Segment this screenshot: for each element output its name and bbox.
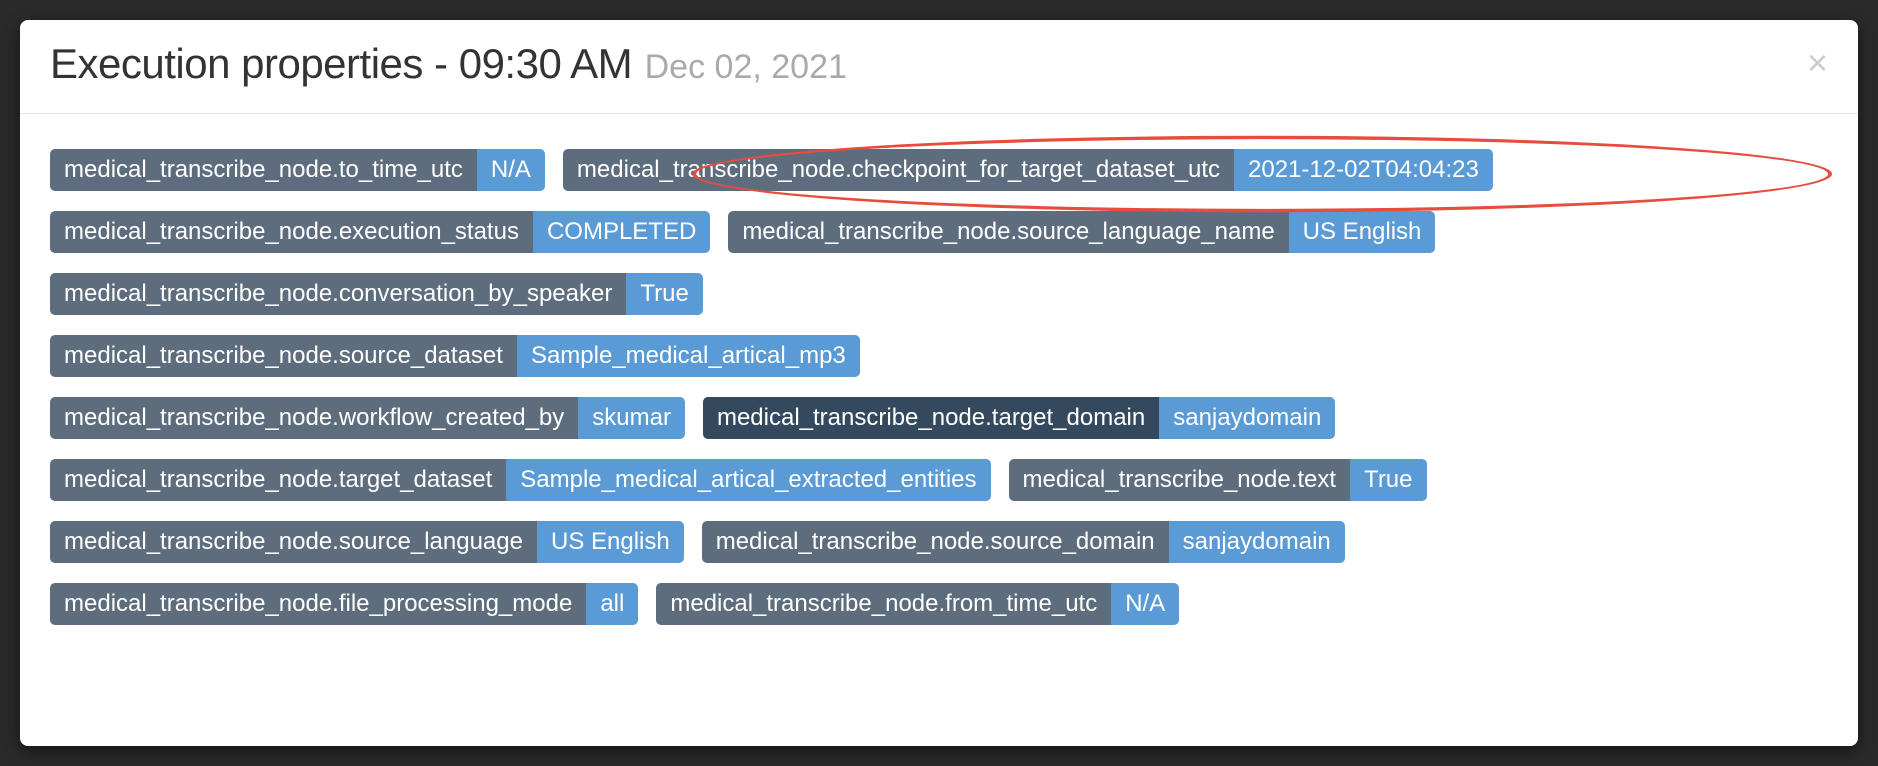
- property-key: medical_transcribe_node.source_language: [50, 521, 537, 563]
- property-tag: medical_transcribe_node.text True: [1009, 459, 1427, 501]
- property-tag: medical_transcribe_node.checkpoint_for_t…: [563, 149, 1493, 191]
- property-value: N/A: [477, 149, 545, 191]
- modal-header: Execution properties - 09:30 AM Dec 02, …: [20, 20, 1858, 114]
- property-key: medical_transcribe_node.checkpoint_for_t…: [563, 149, 1234, 191]
- property-tag: medical_transcribe_node.target_dataset S…: [50, 459, 991, 501]
- property-tag: medical_transcribe_node.file_processing_…: [50, 583, 638, 625]
- property-key: medical_transcribe_node.conversation_by_…: [50, 273, 626, 315]
- property-value: skumar: [578, 397, 685, 439]
- close-icon[interactable]: ×: [1807, 45, 1828, 81]
- property-value: 2021-12-02T04:04:23: [1234, 149, 1493, 191]
- property-row: medical_transcribe_node.source_language …: [50, 521, 1828, 563]
- property-tag: medical_transcribe_node.target_domain sa…: [703, 397, 1335, 439]
- property-value: COMPLETED: [533, 211, 710, 253]
- modal-body: medical_transcribe_node.to_time_utc N/A …: [20, 114, 1858, 680]
- property-value: sanjaydomain: [1169, 521, 1345, 563]
- property-tag: medical_transcribe_node.workflow_created…: [50, 397, 685, 439]
- property-row: medical_transcribe_node.workflow_created…: [50, 397, 1828, 439]
- property-value: all: [586, 583, 638, 625]
- property-row: medical_transcribe_node.execution_status…: [50, 211, 1828, 253]
- property-value: US English: [1289, 211, 1436, 253]
- property-value: True: [1350, 459, 1426, 501]
- property-tag: medical_transcribe_node.execution_status…: [50, 211, 710, 253]
- property-key: medical_transcribe_node.target_dataset: [50, 459, 506, 501]
- property-key: medical_transcribe_node.target_domain: [703, 397, 1159, 439]
- property-value: N/A: [1111, 583, 1179, 625]
- property-row: medical_transcribe_node.to_time_utc N/A …: [50, 149, 1828, 191]
- property-tag: medical_transcribe_node.source_language …: [50, 521, 684, 563]
- property-key: medical_transcribe_node.source_dataset: [50, 335, 517, 377]
- property-key: medical_transcribe_node.source_domain: [702, 521, 1169, 563]
- property-key: medical_transcribe_node.to_time_utc: [50, 149, 477, 191]
- property-tag: medical_transcribe_node.source_dataset S…: [50, 335, 860, 377]
- property-tag: medical_transcribe_node.source_language_…: [728, 211, 1435, 253]
- property-row: medical_transcribe_node.source_dataset S…: [50, 335, 1828, 377]
- property-tag: medical_transcribe_node.to_time_utc N/A: [50, 149, 545, 191]
- property-key: medical_transcribe_node.text: [1009, 459, 1351, 501]
- property-value: True: [626, 273, 702, 315]
- property-value: Sample_medical_artical_extracted_entitie…: [506, 459, 990, 501]
- modal-date: Dec 02, 2021: [645, 48, 847, 86]
- property-value: US English: [537, 521, 684, 563]
- property-key: medical_transcribe_node.execution_status: [50, 211, 533, 253]
- property-key: medical_transcribe_node.file_processing_…: [50, 583, 586, 625]
- property-value: sanjaydomain: [1159, 397, 1335, 439]
- modal-title: Execution properties - 09:30 AM: [50, 40, 632, 87]
- property-key: medical_transcribe_node.source_language_…: [728, 211, 1288, 253]
- property-tag: medical_transcribe_node.from_time_utc N/…: [656, 583, 1179, 625]
- property-key: medical_transcribe_node.from_time_utc: [656, 583, 1111, 625]
- execution-properties-modal: Execution properties - 09:30 AM Dec 02, …: [20, 20, 1858, 746]
- property-row: medical_transcribe_node.conversation_by_…: [50, 273, 1828, 315]
- property-row: medical_transcribe_node.target_dataset S…: [50, 459, 1828, 501]
- property-tag: medical_transcribe_node.source_domain sa…: [702, 521, 1345, 563]
- property-row: medical_transcribe_node.file_processing_…: [50, 583, 1828, 625]
- property-value: Sample_medical_artical_mp3: [517, 335, 860, 377]
- property-key: medical_transcribe_node.workflow_created…: [50, 397, 578, 439]
- property-tag: medical_transcribe_node.conversation_by_…: [50, 273, 703, 315]
